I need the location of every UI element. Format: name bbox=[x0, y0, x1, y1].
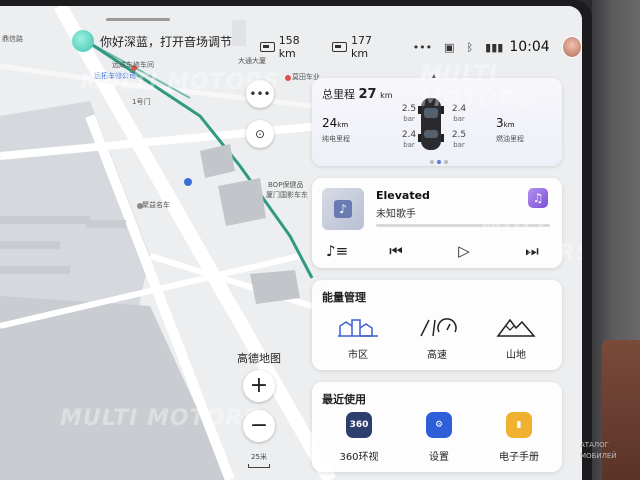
mode-city[interactable]: 市区 bbox=[328, 316, 388, 361]
tire-pressure-value: 2.4 bbox=[401, 130, 417, 140]
fuel-mileage: 3km bbox=[496, 116, 515, 130]
tire-pressure-unit: bar bbox=[403, 141, 415, 149]
record-icon: ▣ bbox=[444, 40, 455, 54]
watermark: MULTI MOTORS bbox=[420, 62, 534, 112]
map-poi-label: 厦门国影车东 bbox=[266, 191, 308, 199]
mode-highway[interactable]: 高速 bbox=[407, 316, 467, 361]
voice-assistant[interactable]: 你好深蓝，打开音场调节 bbox=[72, 30, 232, 52]
play-button[interactable]: ▷ bbox=[454, 242, 474, 260]
map-scale-label: 25米 bbox=[251, 453, 267, 461]
bluetooth-icon: ᛒ bbox=[466, 40, 474, 54]
map-scale-bar bbox=[248, 464, 270, 468]
total-mileage-label: 总里程 bbox=[322, 88, 355, 101]
ev-mileage-unit: km bbox=[337, 121, 349, 129]
playlist-icon: ♪≡ bbox=[326, 242, 349, 260]
fuel-icon bbox=[332, 42, 348, 52]
recent-apps-card[interactable]: 最近使用 360 360环视 ⚙ 设置 ▮ 电子手册 bbox=[312, 382, 562, 472]
energy-management-card[interactable]: 能量管理 市区 高速 山地 bbox=[312, 280, 562, 370]
app-settings[interactable]: ⚙ 设置 bbox=[404, 412, 474, 463]
tire-pressure-value: 2.5 bbox=[401, 104, 417, 114]
user-avatar[interactable] bbox=[561, 36, 582, 58]
mountain-icon bbox=[496, 318, 536, 337]
dashboard-side bbox=[592, 0, 640, 480]
tire-pressure-unit: bar bbox=[453, 141, 465, 149]
status-indicators: 158 km 177 km ••• ▣ ᛒ ▮▮▮ 10:04 bbox=[260, 34, 582, 60]
speedometer-icon bbox=[420, 318, 457, 337]
fuel-mileage-value: 3 bbox=[496, 116, 504, 130]
total-mileage-value: 27 bbox=[358, 87, 377, 102]
recenter-button[interactable]: ⊙ bbox=[246, 120, 274, 148]
mode-mountain[interactable]: 山地 bbox=[486, 316, 546, 361]
book-icon: ▮ bbox=[506, 412, 532, 438]
fuel-mileage-caption: 燃油里程 bbox=[496, 135, 524, 143]
fuel-range: 177 km bbox=[332, 34, 388, 60]
play-icon: ▷ bbox=[458, 242, 470, 260]
watermark: MULTI MOTORS bbox=[60, 406, 261, 431]
app-360-view[interactable]: 360 360环视 bbox=[324, 412, 394, 463]
app-label: 360环视 bbox=[339, 452, 379, 463]
page-dot bbox=[430, 160, 434, 164]
app-label: 设置 bbox=[429, 452, 449, 463]
tire-pressure-unit: bar bbox=[403, 115, 415, 123]
corner-text-line: МОБИЛЕЙ bbox=[580, 452, 617, 460]
assistant-orb-icon bbox=[72, 30, 94, 52]
tire-pressure-rl: 2.4 bar bbox=[400, 130, 418, 150]
city-buildings-icon bbox=[338, 319, 378, 337]
corner-watermark: АТАЛОГ МОБИЛЕЙ bbox=[580, 440, 617, 462]
tire-pressure-rr: 2.5 bar bbox=[450, 130, 468, 150]
music-app-icon[interactable]: ♫ bbox=[528, 188, 548, 208]
signal-icon: ▮▮▮ bbox=[485, 40, 504, 54]
page-indicator bbox=[430, 160, 448, 164]
ev-mileage-value: 24 bbox=[322, 116, 338, 130]
app-label: 电子手册 bbox=[499, 452, 539, 463]
ev-mileage: 24km bbox=[322, 116, 348, 130]
album-art[interactable]: ♪ bbox=[322, 188, 364, 230]
mode-highway-label: 高速 bbox=[427, 350, 447, 361]
battery-icon bbox=[260, 42, 275, 52]
skip-previous-icon: ⏮ bbox=[389, 242, 403, 260]
map-poi-label: BOP保健品 bbox=[268, 181, 304, 189]
map-poi-label: 远成车修车间 bbox=[112, 61, 154, 69]
clock: 10:04 bbox=[509, 39, 550, 55]
music-note-icon: ♪ bbox=[334, 200, 352, 218]
playlist-button[interactable]: ♪≡ bbox=[326, 242, 349, 260]
app-manual[interactable]: ▮ 电子手册 bbox=[484, 412, 554, 463]
ev-mileage-caption: 纯电里程 bbox=[322, 135, 350, 143]
map-poi-label: 聚益名车 bbox=[142, 201, 170, 209]
surround-view-icon: 360 bbox=[346, 412, 372, 438]
compass-icon: ⊙ bbox=[254, 127, 266, 141]
more-menu-icon[interactable]: ••• bbox=[413, 41, 432, 54]
battery-range: 158 km bbox=[260, 34, 316, 60]
gear-icon: ⚙ bbox=[426, 412, 452, 438]
page-dot-active bbox=[437, 160, 441, 164]
status-bar: 你好深蓝，打开音场调节 158 km 177 km ••• ▣ ᛒ ▮▮▮ 10… bbox=[0, 6, 582, 60]
artist-name: 未知歌手 bbox=[376, 209, 416, 220]
corner-text-line: АТАЛОГ bbox=[580, 441, 609, 449]
tire-pressure-value: 2.5 bbox=[451, 130, 467, 140]
fuel-range-value: 177 km bbox=[351, 34, 373, 60]
fuel-mileage-unit: km bbox=[503, 121, 515, 129]
song-title: Elevated bbox=[376, 189, 430, 202]
battery-range-value: 158 km bbox=[278, 34, 300, 60]
page-dot bbox=[444, 160, 448, 164]
map-poi-label: 1号门 bbox=[132, 98, 151, 106]
watermark: MULTI MOTORS bbox=[80, 70, 281, 95]
drag-handle[interactable] bbox=[106, 18, 170, 21]
mode-city-label: 市区 bbox=[348, 350, 368, 361]
recent-title: 最近使用 bbox=[322, 393, 366, 406]
map-provider-label: 高德地图 bbox=[237, 352, 281, 365]
tire-pressure-fl: 2.5 bar bbox=[400, 104, 418, 124]
assistant-greeting: 你好深蓝，打开音场调节 bbox=[100, 34, 233, 49]
infotainment-screen: 鼎信路 大通大厦 远拓车修公司 远成车修车间 1号门 莫田车业 BOP保健品 厦… bbox=[0, 6, 582, 480]
watermark: MULTI MOTORS bbox=[480, 216, 582, 266]
total-mileage: 总里程 27 km bbox=[322, 86, 393, 102]
energy-title: 能量管理 bbox=[322, 291, 366, 304]
mode-mountain-label: 山地 bbox=[506, 350, 526, 361]
zoom-in-button[interactable]: + bbox=[243, 370, 275, 402]
total-mileage-unit: km bbox=[380, 91, 393, 100]
previous-track-button[interactable]: ⏮ bbox=[386, 242, 406, 260]
tire-pressure-unit: bar bbox=[453, 115, 465, 123]
